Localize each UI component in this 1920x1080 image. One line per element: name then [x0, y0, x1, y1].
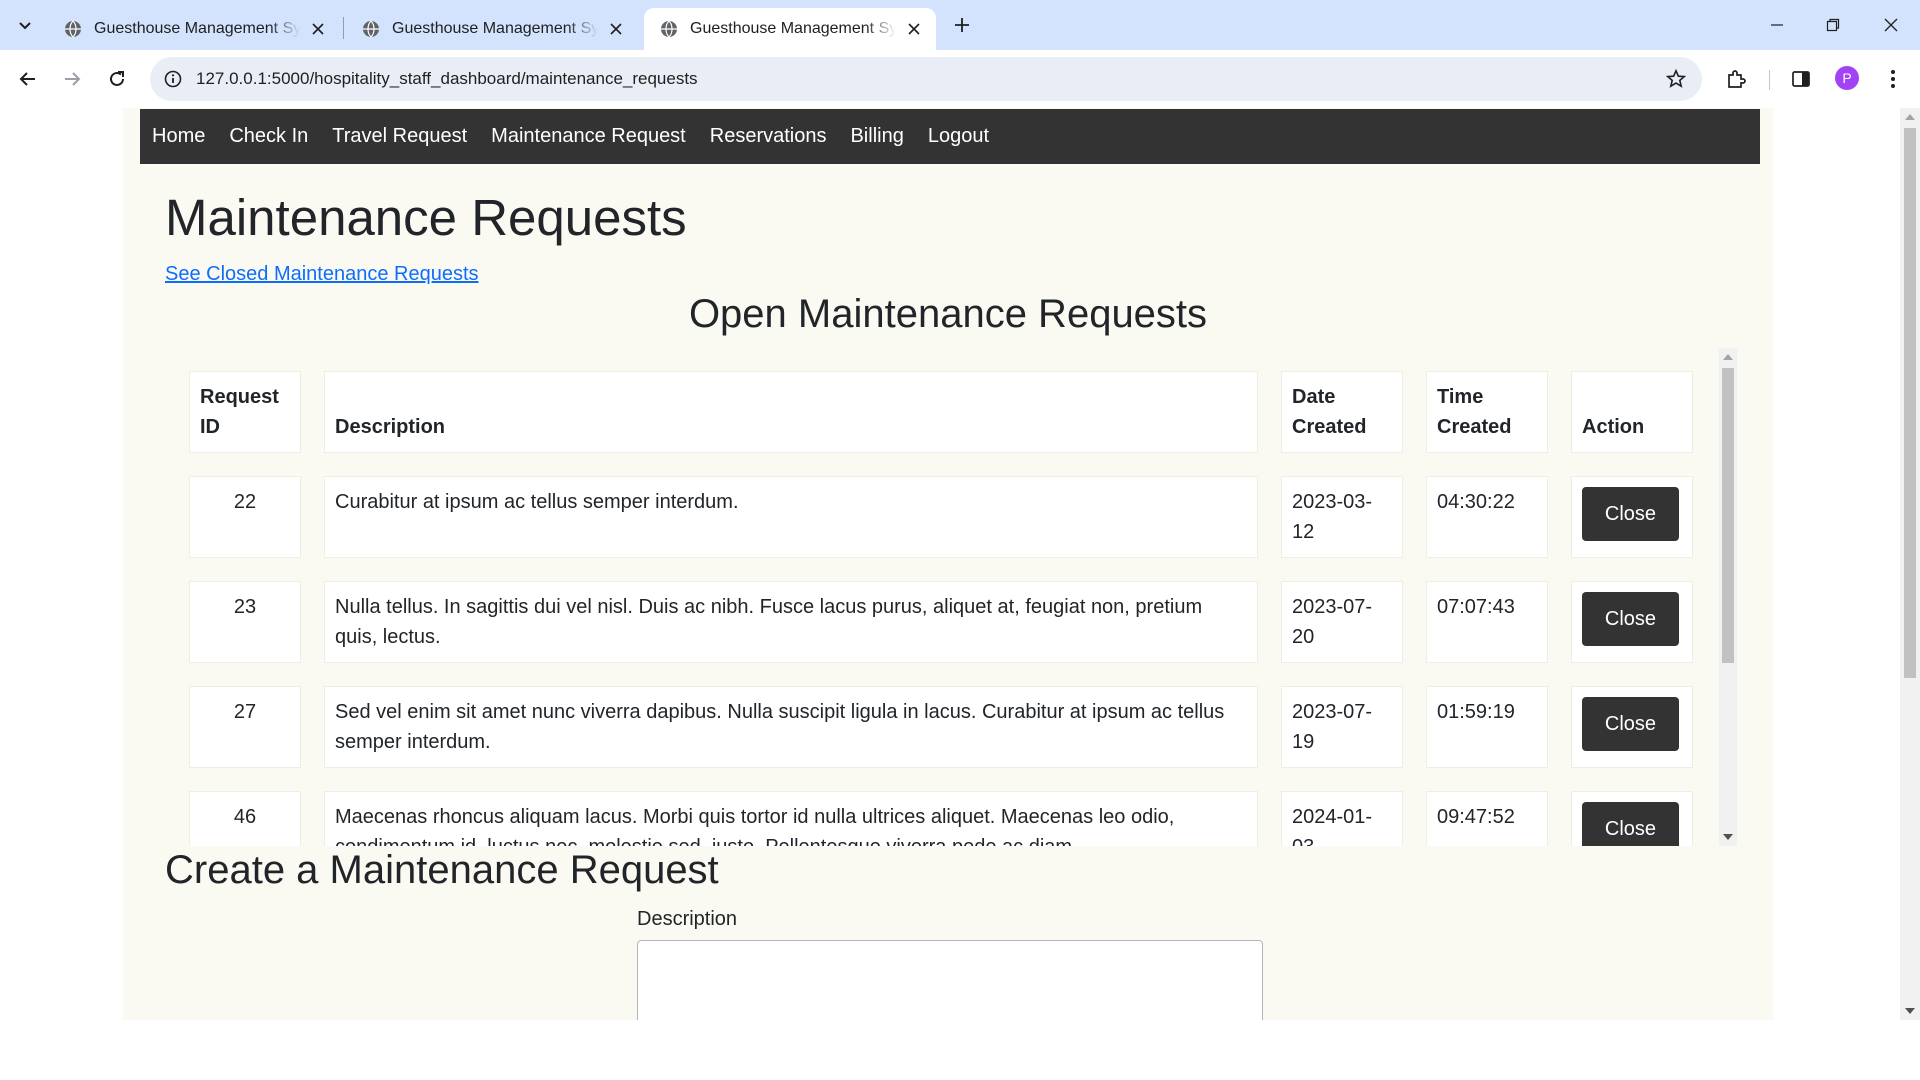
table-row: 46 Maecenas rhoncus aliquam lacus. Morbi…	[190, 792, 1692, 846]
bookmark-star-icon[interactable]	[1664, 67, 1688, 91]
forward-arrow-icon[interactable]	[57, 64, 87, 94]
minimize-icon[interactable]	[1762, 10, 1792, 40]
cell-description: Curabitur at ipsum ac tellus semper inte…	[325, 477, 1257, 557]
requests-table-scroll-area[interactable]: Request ID Description Date Created Time…	[165, 348, 1737, 846]
globe-icon	[363, 20, 379, 38]
table-scrollbar[interactable]	[1719, 348, 1737, 846]
cell-time: 01:59:19	[1427, 687, 1547, 767]
tab-search-chevron-icon[interactable]	[12, 12, 38, 38]
top-navbar: Home Check In Travel Request Maintenance…	[140, 109, 1760, 164]
page-title: Maintenance Requests	[165, 189, 687, 246]
cell-request-id: 46	[190, 792, 300, 846]
window-bottom-area	[0, 1020, 1920, 1080]
cell-action: Close	[1572, 687, 1692, 767]
browser-tab-3-active[interactable]: Guesthouse Management System	[644, 8, 936, 50]
cell-time: 09:47:52	[1427, 792, 1547, 846]
table-row: 27 Sed vel enim sit amet nunc viverra da…	[190, 687, 1692, 767]
table-row: 23 Nulla tellus. In sagittis dui vel nis…	[190, 582, 1692, 662]
description-textarea[interactable]	[637, 940, 1263, 1020]
page-viewport: Home Check In Travel Request Maintenance…	[0, 108, 1920, 1020]
nav-reservations[interactable]: Reservations	[698, 109, 839, 164]
create-request-heading: Create a Maintenance Request	[165, 848, 719, 892]
close-request-button[interactable]: Close	[1582, 697, 1679, 751]
scroll-down-arrow-icon[interactable]	[1905, 1008, 1915, 1014]
table-row: 22 Curabitur at ipsum ac tellus semper i…	[190, 477, 1692, 557]
side-panel-icon[interactable]	[1786, 64, 1816, 94]
nav-travel-request[interactable]: Travel Request	[320, 109, 479, 164]
table-scrollbar-thumb[interactable]	[1722, 368, 1734, 663]
restore-icon[interactable]	[1818, 10, 1848, 40]
header-description: Description	[325, 372, 1257, 452]
header-action: Action	[1572, 372, 1692, 452]
url-text[interactable]: 127.0.0.1:5000/hospitality_staff_dashboa…	[196, 69, 698, 89]
cell-request-id: 23	[190, 582, 300, 662]
header-date-created: Date Created	[1282, 372, 1402, 452]
tab-title: Guesthouse Management System	[392, 20, 598, 37]
tab-title: Guesthouse Management System	[94, 20, 300, 37]
tab-close-icon[interactable]	[904, 19, 924, 39]
cell-request-id: 27	[190, 687, 300, 767]
open-requests-heading: Open Maintenance Requests	[688, 292, 1208, 336]
tab-title: Guesthouse Management System	[690, 20, 896, 37]
nav-home[interactable]: Home	[140, 109, 217, 164]
scroll-up-arrow-icon[interactable]	[1723, 354, 1733, 360]
cell-date: 2023-07-20	[1282, 582, 1402, 662]
browser-tab-1[interactable]: Guesthouse Management System	[48, 8, 340, 50]
globe-icon	[65, 20, 81, 38]
cell-date: 2023-07-19	[1282, 687, 1402, 767]
site-info-icon[interactable]	[162, 68, 184, 90]
extensions-puzzle-icon[interactable]	[1721, 64, 1751, 94]
back-arrow-icon[interactable]	[13, 64, 43, 94]
cell-description: Nulla tellus. In sagittis dui vel nisl. …	[325, 582, 1257, 662]
cell-description: Maecenas rhoncus aliquam lacus. Morbi qu…	[325, 792, 1257, 846]
profile-avatar[interactable]: P	[1835, 66, 1859, 90]
scroll-down-arrow-icon[interactable]	[1723, 834, 1733, 840]
close-request-button[interactable]: Close	[1582, 802, 1679, 846]
page-scrollbar-thumb[interactable]	[1904, 128, 1916, 678]
see-closed-requests-link[interactable]: See Closed Maintenance Requests	[165, 263, 479, 286]
reload-icon[interactable]	[102, 64, 132, 94]
page-scrollbar[interactable]	[1900, 108, 1920, 1020]
menu-kebab-icon[interactable]	[1878, 64, 1908, 94]
cell-description: Sed vel enim sit amet nunc viverra dapib…	[325, 687, 1257, 767]
cell-request-id: 22	[190, 477, 300, 557]
cell-date: 2023-03-12	[1282, 477, 1402, 557]
requests-table: Request ID Description Date Created Time…	[165, 348, 1717, 846]
window-close-icon[interactable]	[1876, 10, 1906, 40]
tab-separator	[343, 17, 344, 39]
table-header-row: Request ID Description Date Created Time…	[190, 372, 1692, 452]
nav-logout[interactable]: Logout	[916, 109, 1001, 164]
browser-toolbar: 127.0.0.1:5000/hospitality_staff_dashboa…	[0, 50, 1920, 108]
tab-close-icon[interactable]	[308, 19, 328, 39]
close-request-button[interactable]: Close	[1582, 592, 1679, 646]
cell-action: Close	[1572, 477, 1692, 557]
cell-action: Close	[1572, 792, 1692, 846]
address-bar[interactable]: 127.0.0.1:5000/hospitality_staff_dashboa…	[150, 57, 1702, 101]
close-request-button[interactable]: Close	[1582, 487, 1679, 541]
cell-time: 04:30:22	[1427, 477, 1547, 557]
nav-maintenance-request[interactable]: Maintenance Request	[479, 109, 698, 164]
cell-date: 2024-01-03	[1282, 792, 1402, 846]
browser-tab-2[interactable]: Guesthouse Management System	[346, 8, 638, 50]
cell-time: 07:07:43	[1427, 582, 1547, 662]
browser-tab-bar: Guesthouse Management System Guesthouse …	[0, 0, 1920, 50]
header-request-id: Request ID	[190, 372, 300, 452]
toolbar-divider	[1769, 70, 1770, 90]
new-tab-plus-icon[interactable]	[950, 13, 974, 37]
cell-action: Close	[1572, 582, 1692, 662]
scroll-up-arrow-icon[interactable]	[1905, 114, 1915, 120]
nav-check-in[interactable]: Check In	[217, 109, 320, 164]
description-label: Description	[637, 908, 738, 930]
nav-billing[interactable]: Billing	[838, 109, 915, 164]
page-container: Home Check In Travel Request Maintenance…	[123, 108, 1773, 1020]
globe-icon	[661, 20, 677, 38]
header-time-created: Time Created	[1427, 372, 1547, 452]
tab-close-icon[interactable]	[606, 19, 626, 39]
